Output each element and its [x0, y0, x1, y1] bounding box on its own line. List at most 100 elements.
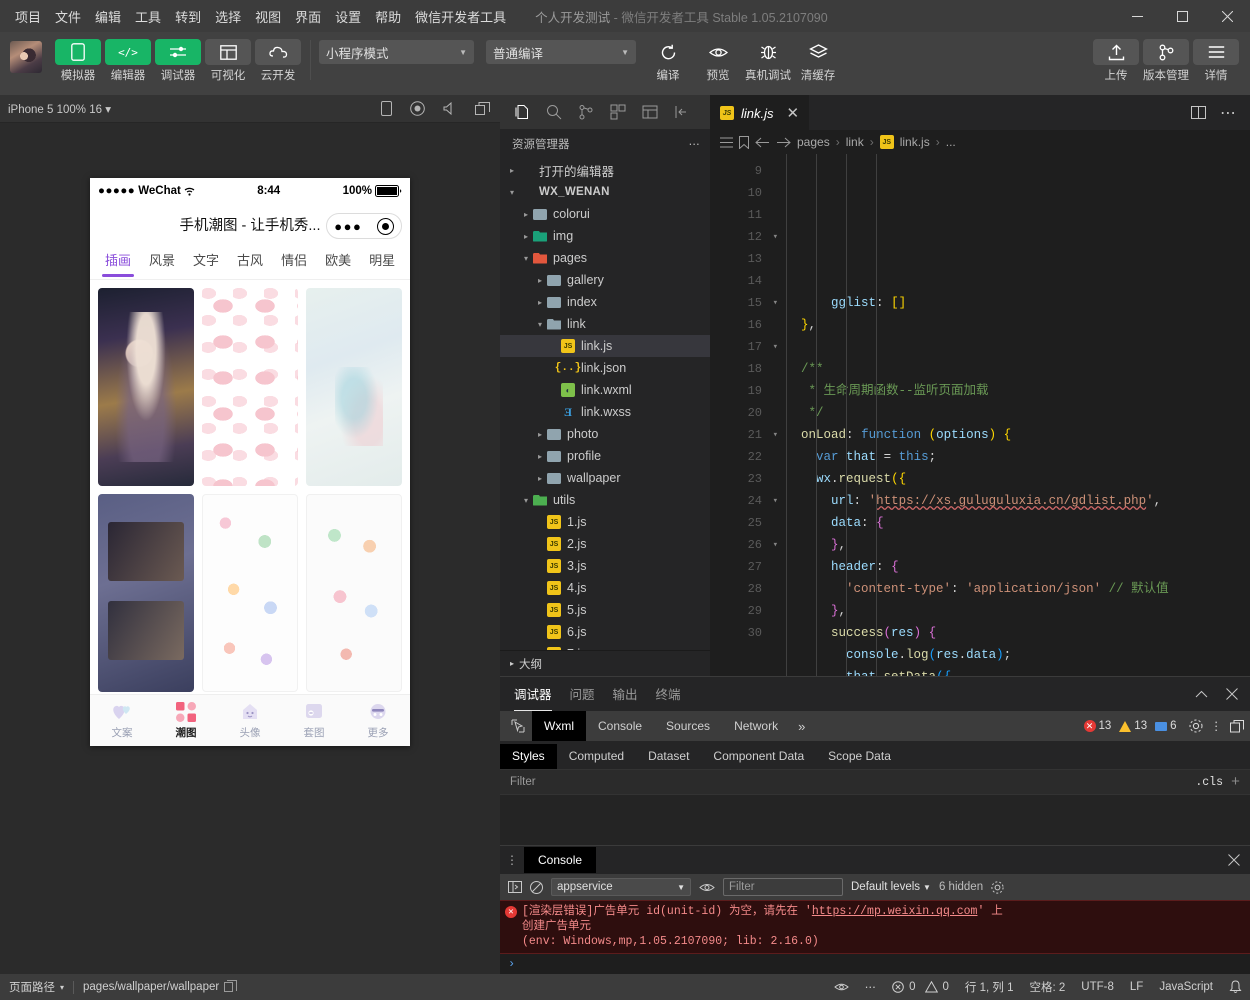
panel-toggle-模拟器[interactable]: 模拟器 — [54, 36, 102, 83]
styles-tab-dataset[interactable]: Dataset — [636, 744, 701, 769]
message-count-badge[interactable]: 6 — [1155, 720, 1177, 732]
menu-item-9[interactable]: 帮助 — [368, 2, 408, 31]
console-input-prompt[interactable]: › — [500, 954, 1250, 974]
cls-toggle[interactable]: .cls — [1195, 776, 1223, 789]
bottom-tab-4[interactable]: 更多 — [346, 695, 410, 746]
code-line[interactable]: * 生命周期函数--监听页面加载 — [786, 380, 1250, 402]
styles-tab-scope-data[interactable]: Scope Data — [816, 744, 903, 769]
category-tab-4[interactable]: 情侣 — [272, 244, 316, 280]
code-line[interactable]: /** — [786, 358, 1250, 380]
code-line[interactable]: console.log(res.data); — [786, 644, 1250, 666]
panel-toggle-编辑器[interactable]: </> 编辑器 — [104, 36, 152, 83]
tree-item-打开的编辑器[interactable]: ▸ 打开的编辑器 — [500, 159, 710, 181]
page-path-value-group[interactable]: pages/wallpaper/wallpaper — [74, 974, 242, 1000]
forward-icon[interactable] — [776, 137, 791, 148]
back-icon[interactable] — [755, 137, 770, 148]
code-line[interactable]: that.setData({ — [786, 666, 1250, 676]
tree-item-3-js[interactable]: JS 3.js — [500, 555, 710, 577]
tree-item-link-wxss[interactable]: Ǝlink.wxss — [500, 401, 710, 423]
eye-icon[interactable] — [699, 882, 715, 893]
maximize-button[interactable] — [1160, 0, 1205, 32]
code-line[interactable]: var that = this; — [786, 446, 1250, 468]
menu-item-2[interactable]: 编辑 — [88, 2, 128, 31]
gear-icon[interactable] — [991, 880, 1004, 894]
styles-tab-computed[interactable]: Computed — [557, 744, 636, 769]
outline-section[interactable]: ▸ 大纲 — [500, 650, 710, 676]
menu-item-5[interactable]: 选择 — [208, 2, 248, 31]
gear-icon[interactable] — [1189, 719, 1203, 733]
add-rule-button[interactable]: + — [1231, 774, 1240, 791]
capsule-close-icon[interactable] — [376, 217, 394, 235]
grid-item[interactable] — [98, 288, 194, 486]
code-line[interactable]: data: { — [786, 512, 1250, 534]
tree-item-5-js[interactable]: JS 5.js — [500, 599, 710, 621]
window-icon[interactable] — [475, 101, 490, 116]
console-error-message[interactable]: ✕ [渲染层错误]广告单元 id(unit-id) 为空，请先在 'https:… — [500, 900, 1250, 954]
mode-select[interactable]: 小程序模式 ▼ — [319, 40, 474, 64]
toolbar-button-上传[interactable]: 上传 — [1092, 36, 1140, 83]
tree-item-6-js[interactable]: JS 6.js — [500, 621, 710, 643]
toolbar-button-详情[interactable]: 详情 — [1192, 36, 1240, 83]
category-tab-1[interactable]: 风景 — [140, 244, 184, 280]
capsule-menu-icon[interactable]: ●●● — [334, 219, 362, 234]
code-line[interactable] — [786, 336, 1250, 358]
error-link[interactable]: https://mp.weixin.qq.com — [812, 905, 978, 918]
more-vertical-icon[interactable]: ⋮ — [500, 853, 524, 867]
debugger-tab-1[interactable]: 问题 — [570, 677, 595, 711]
tree-item-index[interactable]: ▸ index — [500, 291, 710, 313]
page-path-selector[interactable]: 页面路径 ▾ — [0, 974, 73, 1000]
panel-toggle-调试器[interactable]: 调试器 — [154, 36, 202, 83]
source-control-icon[interactable] — [576, 102, 596, 122]
sound-icon[interactable] — [443, 102, 457, 115]
close-icon[interactable] — [1226, 688, 1238, 700]
code-line[interactable]: }, — [786, 600, 1250, 622]
devtools-tab-wxml[interactable]: Wxml — [532, 711, 586, 741]
split-editor-icon[interactable] — [1191, 105, 1206, 120]
tree-item-utils[interactable]: ▾ utils — [500, 489, 710, 511]
category-tab-6[interactable]: 明星 — [360, 244, 404, 280]
bottom-tab-2[interactable]: 头像 — [218, 695, 282, 746]
close-button[interactable] — [1205, 0, 1250, 32]
files-icon[interactable] — [512, 102, 532, 122]
device-rotate-icon[interactable] — [381, 101, 392, 116]
breadcrumb-item-file[interactable]: link.js — [900, 135, 930, 149]
search-icon[interactable] — [544, 102, 564, 122]
menu-item-0[interactable]: 项目 — [8, 2, 48, 31]
breadcrumb-item-link[interactable]: link — [846, 135, 864, 149]
record-icon[interactable] — [410, 101, 425, 116]
code-line[interactable]: 'content-type': 'application/json' // 默认… — [786, 578, 1250, 600]
tree-item-profile[interactable]: ▸ profile — [500, 445, 710, 467]
category-tab-5[interactable]: 欧美 — [316, 244, 360, 280]
cursor-position[interactable]: 行 1, 列 1 — [957, 974, 1022, 1000]
console-levels-select[interactable]: Default levels ▼ — [851, 881, 931, 893]
tree-item-1-js[interactable]: JS 1.js — [500, 511, 710, 533]
clear-console-icon[interactable] — [530, 880, 543, 894]
indentation-setting[interactable]: 空格: 2 — [1022, 974, 1074, 1000]
tree-item-WX_WENAN[interactable]: ▾ WX_WENAN — [500, 181, 710, 203]
breadcrumb-item-pages[interactable]: pages — [797, 135, 830, 149]
code-content[interactable]: gglist: [] }, /** * 生命周期函数--监听页面加载 */ on… — [770, 154, 1250, 676]
extensions-icon[interactable] — [608, 102, 628, 122]
language-mode[interactable]: JavaScript — [1151, 974, 1221, 1000]
dock-icon[interactable] — [1230, 719, 1244, 733]
menu-item-4[interactable]: 转到 — [168, 2, 208, 31]
copy-icon[interactable] — [224, 980, 238, 992]
tree-item-photo[interactable]: ▸ photo — [500, 423, 710, 445]
menu-item-8[interactable]: 设置 — [328, 2, 368, 31]
toolbar-button-版本管理[interactable]: 版本管理 — [1142, 36, 1190, 83]
tree-item-gallery[interactable]: ▸ gallery — [500, 269, 710, 291]
error-count-badge[interactable]: ✕ 13 — [1083, 720, 1111, 732]
action-button-清缓存[interactable]: 清缓存 — [794, 36, 842, 83]
console-filter-input[interactable]: Filter — [723, 878, 843, 896]
user-avatar[interactable] — [10, 41, 42, 73]
close-icon[interactable]: ✕ — [787, 104, 800, 122]
menu-item-6[interactable]: 视图 — [248, 2, 288, 31]
menu-item-1[interactable]: 文件 — [48, 2, 88, 31]
debugger-tab-2[interactable]: 输出 — [613, 677, 638, 711]
chevron-up-icon[interactable] — [1195, 690, 1208, 699]
menu-item-10[interactable]: 微信开发者工具 — [408, 2, 513, 31]
bottom-tab-3[interactable]: 套图 — [282, 695, 346, 746]
debugger-tab-0[interactable]: 调试器 — [514, 677, 552, 711]
tab-console[interactable]: Console — [524, 847, 597, 873]
category-tab-3[interactable]: 古风 — [228, 244, 272, 280]
